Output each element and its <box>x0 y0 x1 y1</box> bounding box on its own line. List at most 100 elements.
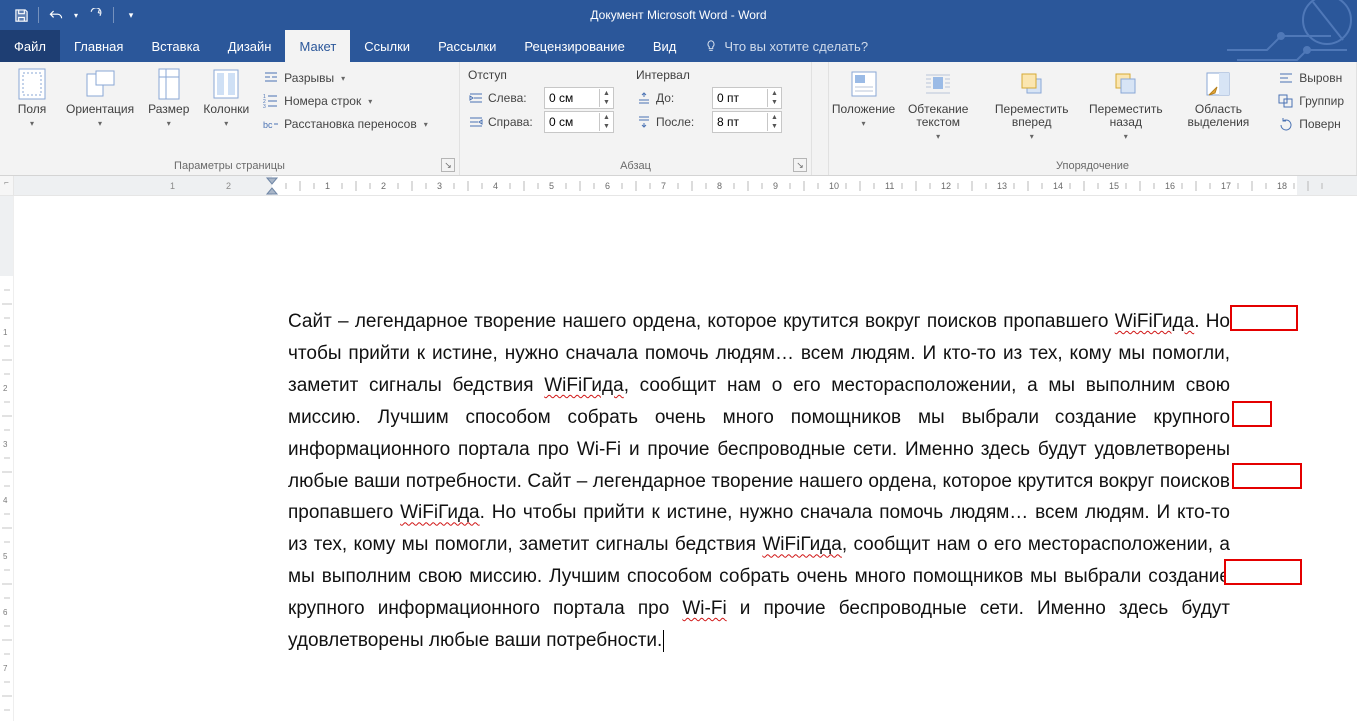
tab-insert[interactable]: Вставка <box>137 30 213 62</box>
margins-button[interactable]: Поля▾ <box>8 66 56 130</box>
position-icon <box>848 68 880 100</box>
page-host[interactable]: Сайт – легендарное творение нашего орден… <box>14 196 1357 721</box>
paragraph-launcher[interactable]: ↘ <box>793 158 807 172</box>
save-icon[interactable] <box>10 4 32 26</box>
arrange-caption: Упорядочение <box>1056 160 1129 172</box>
svg-text:3: 3 <box>437 181 442 191</box>
position-button[interactable]: Положение▾ <box>837 66 890 130</box>
svg-text:16: 16 <box>1165 181 1175 191</box>
size-icon <box>153 68 185 100</box>
align-button[interactable]: Выровн <box>1274 68 1348 88</box>
size-button[interactable]: Размер▾ <box>144 66 193 130</box>
svg-text:2: 2 <box>3 384 8 393</box>
orientation-icon <box>84 68 116 100</box>
breaks-icon <box>263 70 279 86</box>
spacing-before-label: До: <box>656 91 708 105</box>
group-icon <box>1278 93 1294 109</box>
spelling-error[interactable]: WiFiГида <box>762 534 841 555</box>
svg-text:8: 8 <box>717 181 722 191</box>
spelling-error[interactable]: WiFiГида <box>1115 311 1194 332</box>
svg-text:9: 9 <box>773 181 778 191</box>
page: Сайт – легендарное творение нашего орден… <box>148 196 1318 697</box>
redo-icon[interactable] <box>85 4 107 26</box>
indent-right-input[interactable]: ▲▼ <box>544 111 614 133</box>
page-setup-launcher[interactable]: ↘ <box>441 158 455 172</box>
tab-layout[interactable]: Макет <box>285 30 350 62</box>
svg-text:12: 12 <box>941 181 951 191</box>
undo-icon[interactable] <box>45 4 67 26</box>
spacing-before-input[interactable]: ▲▼ <box>712 87 782 109</box>
spacing-header: Интервал <box>636 68 782 82</box>
ribbon: Поля▾ Ориентация▾ Размер▾ Колонки▾ <box>0 62 1357 176</box>
ruler-vertical[interactable]: 12345678910 <box>0 196 14 721</box>
quick-access-toolbar: ▾ ▾ <box>0 4 142 26</box>
rotate-icon <box>1278 116 1294 132</box>
svg-text:2: 2 <box>381 181 386 191</box>
selection-pane-icon <box>1202 68 1234 100</box>
qat-customize-icon[interactable]: ▾ <box>120 4 142 26</box>
page-setup-caption: Параметры страницы <box>174 160 285 172</box>
titlebar: ▾ ▾ Документ Microsoft Word - Word <box>0 0 1357 30</box>
tell-me[interactable]: Что вы хотите сделать? <box>690 30 882 62</box>
svg-text:1: 1 <box>325 181 330 191</box>
svg-text:15: 15 <box>1109 181 1119 191</box>
indent-left-icon <box>468 91 484 105</box>
tab-review[interactable]: Рецензирование <box>510 30 638 62</box>
tab-design[interactable]: Дизайн <box>214 30 286 62</box>
svg-text:17: 17 <box>1221 181 1231 191</box>
svg-text:7: 7 <box>661 181 666 191</box>
orientation-button[interactable]: Ориентация▾ <box>62 66 138 130</box>
columns-button[interactable]: Колонки▾ <box>199 66 253 130</box>
svg-text:4: 4 <box>493 181 498 191</box>
selection-pane-button[interactable]: Область выделения <box>1175 66 1263 131</box>
svg-text:5: 5 <box>3 552 8 561</box>
svg-text:13: 13 <box>997 181 1007 191</box>
indent-right-label: Справа: <box>488 115 540 129</box>
indent-right-icon <box>468 115 484 129</box>
group-button[interactable]: Группир <box>1274 91 1348 111</box>
text-cursor <box>663 630 664 652</box>
group-paragraph: Отступ Слева: ▲▼ Справа: ▲▼ Интервал До: <box>460 62 812 175</box>
lightbulb-icon <box>704 39 718 53</box>
spelling-error[interactable]: WiFiГида <box>400 502 479 523</box>
annotation-box <box>1232 401 1272 427</box>
bring-forward-icon <box>1016 68 1048 100</box>
menubar: Файл Главная Вставка Дизайн Макет Ссылки… <box>0 30 1357 62</box>
svg-text:3: 3 <box>263 104 266 109</box>
indent-header: Отступ <box>468 68 614 82</box>
svg-text:2: 2 <box>226 181 231 191</box>
window-title: Документ Microsoft Word - Word <box>0 8 1357 22</box>
tab-view[interactable]: Вид <box>639 30 691 62</box>
document-body[interactable]: Сайт – легендарное творение нашего орден… <box>288 306 1230 657</box>
undo-dropdown-icon[interactable]: ▾ <box>71 4 81 26</box>
wrap-text-icon <box>922 68 954 100</box>
tab-mailings[interactable]: Рассылки <box>424 30 510 62</box>
svg-text:6: 6 <box>3 608 8 617</box>
tell-me-label: Что вы хотите сделать? <box>724 39 868 54</box>
ruler-corner: ⌐ <box>0 176 14 195</box>
svg-text:1: 1 <box>170 181 175 191</box>
spelling-error[interactable]: WiFiГида <box>544 375 623 396</box>
hyphenation-button[interactable]: bc Расстановка переносов▾ <box>259 114 432 134</box>
send-backward-button[interactable]: Переместить назад▾ <box>1083 66 1169 143</box>
tab-home[interactable]: Главная <box>60 30 137 62</box>
ruler-horizontal[interactable]: ⌐ 21123456789101112131415161718 <box>0 176 1357 196</box>
spacing-after-input[interactable]: ▲▼ <box>712 111 782 133</box>
tab-references[interactable]: Ссылки <box>350 30 424 62</box>
svg-text:18: 18 <box>1277 181 1287 191</box>
rotate-button[interactable]: Поверн <box>1274 114 1348 134</box>
svg-text:bc: bc <box>263 120 273 130</box>
spacing-after-icon <box>636 115 652 129</box>
svg-text:14: 14 <box>1053 181 1063 191</box>
wrap-text-button[interactable]: Обтекание текстом▾ <box>896 66 980 143</box>
line-numbers-button[interactable]: 123 Номера строк▾ <box>259 91 432 111</box>
bring-forward-button[interactable]: Переместить вперед▾ <box>986 66 1077 143</box>
tab-file[interactable]: Файл <box>0 30 60 62</box>
svg-text:10: 10 <box>829 181 839 191</box>
svg-text:11: 11 <box>885 181 894 191</box>
indent-left-input[interactable]: ▲▼ <box>544 87 614 109</box>
spelling-error[interactable]: Wi-Fi <box>682 598 726 619</box>
breaks-button[interactable]: Разрывы▾ <box>259 68 432 88</box>
line-numbers-icon: 123 <box>263 93 279 109</box>
svg-text:7: 7 <box>3 664 8 673</box>
